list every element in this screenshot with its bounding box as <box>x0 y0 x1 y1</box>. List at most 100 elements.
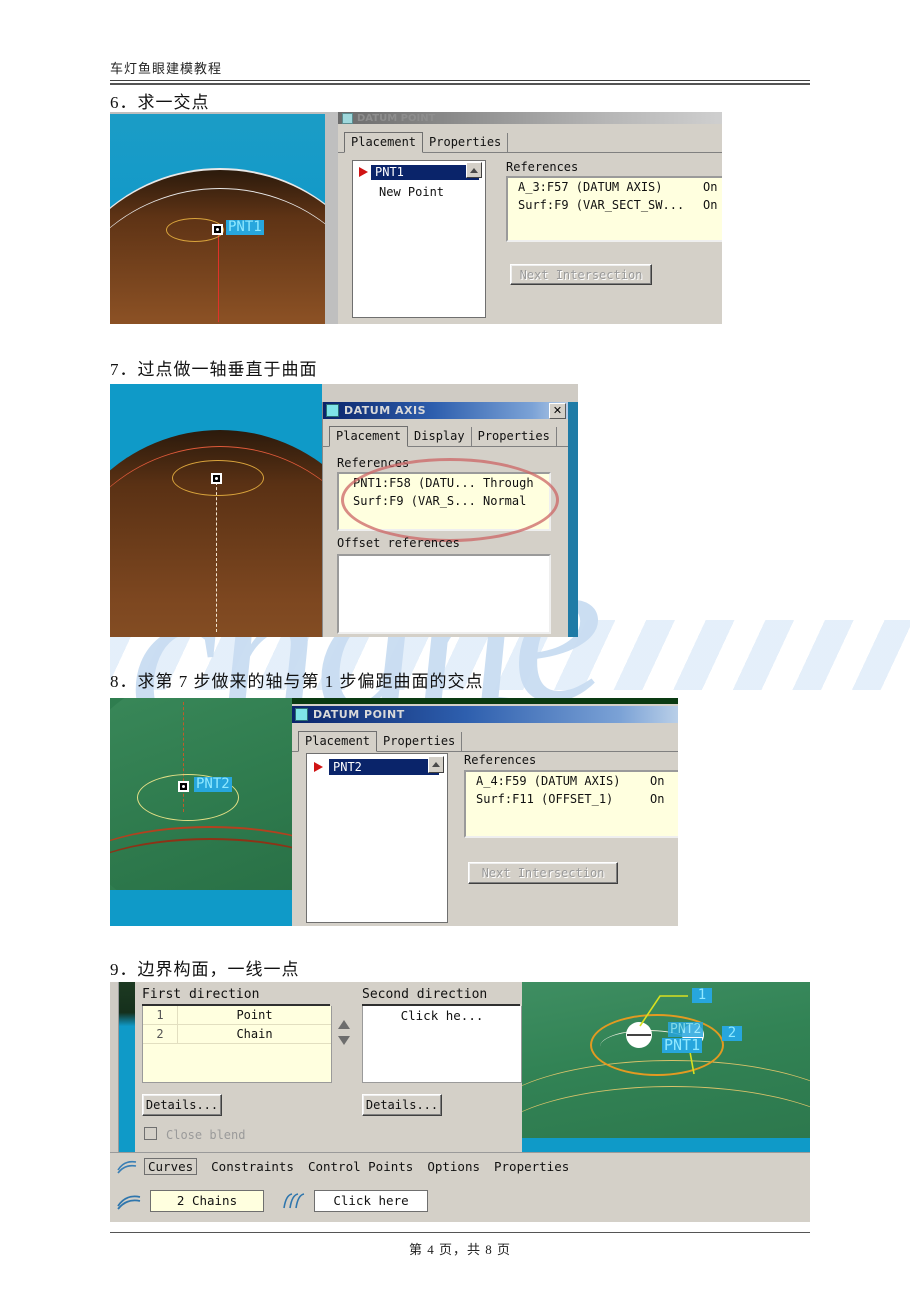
next-intersection-button[interactable]: Next Intersection <box>468 862 618 884</box>
reference-row[interactable]: Surf:F11 (OFFSET_1) On <box>466 790 678 808</box>
reference-state: On <box>703 180 718 194</box>
reference-name: A_4:F59 (DATUM AXIS) <box>476 774 621 788</box>
tab-properties[interactable]: Properties <box>471 427 557 446</box>
step-7-figure: DATUM AXIS ✕ Placement Display Propertie… <box>110 384 578 637</box>
step-7-viewport[interactable] <box>110 384 322 637</box>
point-label-pnt2: PNT2 <box>668 1022 704 1037</box>
point-label: PNT1 <box>226 219 264 235</box>
tab-control-points[interactable]: Control Points <box>308 1159 413 1174</box>
reference-name: A_3:F57 (DATUM AXIS) <box>518 180 663 194</box>
move-up-icon[interactable] <box>338 1020 350 1029</box>
point-list-item-label: PNT1 <box>375 165 404 179</box>
row-index: 1 <box>143 1006 178 1024</box>
point-list-item-label: PNT2 <box>333 760 362 774</box>
dialog-top-strip <box>292 698 678 704</box>
reference-name: Surf:F11 (OFFSET_1) <box>476 792 614 806</box>
row-index: 2 <box>143 1025 178 1043</box>
move-down-icon[interactable] <box>338 1036 350 1045</box>
step-9-tabbar: Curves Constraints Control Points Option… <box>110 1152 810 1180</box>
row-value: Chain <box>236 1027 273 1041</box>
first-direction-label: First direction <box>142 987 260 1002</box>
point-list-item-selected[interactable]: PNT1 <box>371 165 479 180</box>
callout-label-1: 1 <box>692 988 712 1003</box>
reference-state: On <box>703 198 718 212</box>
dialog-titlebar: DATUM POINT <box>338 112 722 124</box>
second-direction-label: Second direction <box>362 987 488 1002</box>
close-blend-checkbox-row[interactable]: Close blend <box>144 1126 245 1144</box>
step-8-dialog: DATUM POINT Placement Properties PNT2 Re… <box>292 698 678 926</box>
curve-collector-icon <box>117 1195 141 1210</box>
second-direction-list[interactable]: Click he... <box>362 1006 522 1083</box>
references-label: References <box>464 753 537 767</box>
details-button-second[interactable]: Details... <box>362 1094 442 1116</box>
header-rule <box>110 80 810 85</box>
dialog-tabs: Placement Display Properties <box>323 424 569 447</box>
first-direction-list[interactable]: 1 Point 2 Chain <box>142 1006 332 1083</box>
tab-properties[interactable]: Properties <box>494 1159 569 1174</box>
point-label-pnt1: PNT1 <box>662 1036 703 1054</box>
tab-options[interactable]: Options <box>427 1159 480 1174</box>
dialog-right-edge <box>568 402 578 637</box>
chains-field[interactable]: 2 Chains <box>150 1189 264 1212</box>
tab-placement[interactable]: Placement <box>298 731 378 752</box>
references-list[interactable]: A_4:F59 (DATUM AXIS) On Surf:F11 (OFFSET… <box>464 770 678 838</box>
point-marker <box>178 781 189 792</box>
point-label: PNT2 <box>194 776 232 792</box>
point-list-scroll-up[interactable] <box>466 162 482 178</box>
point-list-item-selected[interactable]: PNT2 <box>329 759 439 775</box>
tabbar-items: Curves Constraints Control Points Option… <box>144 1157 569 1175</box>
dialog-titlebar: DATUM AXIS ✕ <box>323 402 569 419</box>
sky-band <box>110 890 292 926</box>
viewport-sliver <box>119 982 135 1152</box>
step-8-caption: 8．求第 7 步做来的轴与第 1 步偏距曲面的交点 <box>110 672 484 691</box>
leader-lines <box>639 995 695 1075</box>
close-blend-checkbox[interactable] <box>144 1127 157 1140</box>
dialog-title: DATUM AXIS <box>344 404 427 417</box>
tab-constraints[interactable]: Constraints <box>211 1159 294 1174</box>
datum-axis-line <box>216 482 217 632</box>
step-6-caption: 6．求一交点 <box>110 93 210 112</box>
second-direction-placeholder[interactable]: Click he... <box>363 1006 521 1023</box>
tab-curves[interactable]: Curves <box>144 1157 198 1175</box>
reference-state: On <box>650 774 665 788</box>
references-list[interactable]: A_3:F57 (DATUM AXIS) On Surf:F9 (VAR_SEC… <box>506 176 722 242</box>
footer-text: 第 4 页，共 8 页 <box>408 1242 511 1257</box>
reference-row[interactable]: A_3:F57 (DATUM AXIS) On <box>508 178 722 196</box>
step-6-dialog: DATUM POINT Placement Properties PNT1 Ne… <box>338 112 722 324</box>
tab-properties[interactable]: Properties <box>377 732 463 751</box>
chain-collector-icon <box>283 1192 305 1208</box>
offset-references-list[interactable] <box>337 554 551 634</box>
step-6-viewport[interactable]: PNT1 <box>110 114 325 324</box>
tab-display[interactable]: Display <box>408 427 472 446</box>
datum-point-icon <box>342 112 353 124</box>
list-item[interactable]: 2 Chain <box>143 1025 331 1044</box>
step-9-viewport[interactable]: 1 2 PNT2 PNT1 <box>522 982 810 1152</box>
tab-placement[interactable]: Placement <box>329 426 409 447</box>
point-list[interactable]: PNT2 <box>306 753 448 923</box>
reference-row[interactable]: A_4:F59 (DATUM AXIS) On <box>466 772 678 790</box>
dialog-title: DATUM POINT <box>357 112 436 124</box>
step-9-caption: 9．边界构面，一线一点 <box>110 960 300 979</box>
next-intersection-button[interactable]: Next Intersection <box>510 264 652 285</box>
details-button-first[interactable]: Details... <box>142 1094 222 1116</box>
axis-line <box>218 234 219 322</box>
close-blend-label: Close blend <box>166 1128 246 1142</box>
current-point-arrow-icon <box>359 167 368 177</box>
dialog-tabs: Placement Properties <box>338 130 722 153</box>
step-8-viewport[interactable]: PNT2 <box>110 698 292 926</box>
first-direction-reorder-controls[interactable] <box>338 1020 350 1045</box>
tab-properties[interactable]: Properties <box>423 133 509 152</box>
point-list[interactable]: PNT1 New Point <box>352 160 486 318</box>
reference-row[interactable]: Surf:F9 (VAR_SECT_SW... On <box>508 196 722 214</box>
point-list-scroll-up[interactable] <box>428 756 444 773</box>
point-marker <box>212 224 223 235</box>
point-list-item-new[interactable]: New Point <box>375 183 485 201</box>
click-here-field[interactable]: Click here <box>314 1189 428 1212</box>
tab-placement[interactable]: Placement <box>344 132 424 153</box>
step-7-dialog: DATUM AXIS ✕ Placement Display Propertie… <box>322 402 569 637</box>
step-6-figure: PNT1 DATUM POINT Placement Properties PN… <box>110 112 722 324</box>
reference-name: Surf:F9 (VAR_SECT_SW... <box>518 198 685 212</box>
close-icon[interactable]: ✕ <box>549 402 566 419</box>
list-item[interactable]: 1 Point <box>143 1006 331 1025</box>
dialog-titlebar: DATUM POINT <box>292 706 678 723</box>
